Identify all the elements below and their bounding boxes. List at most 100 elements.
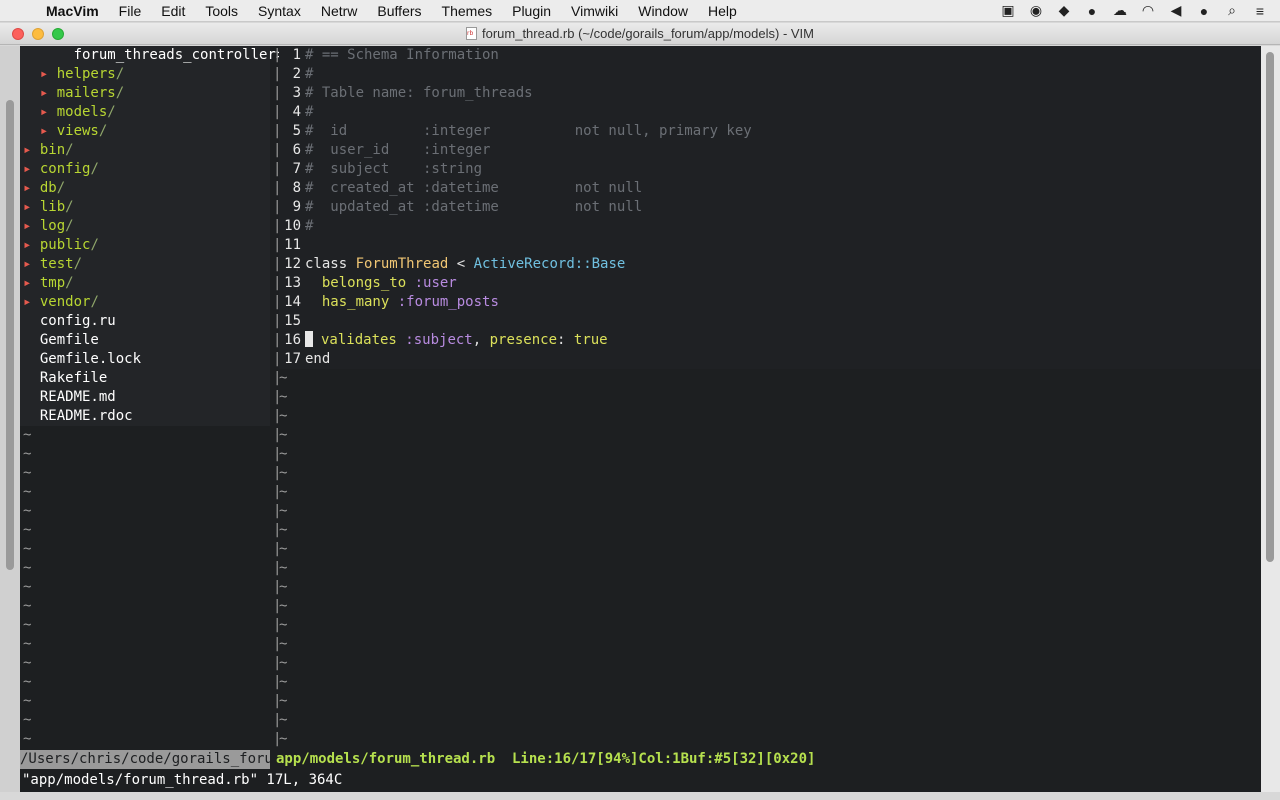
menu-window[interactable]: Window	[628, 0, 698, 22]
nerdtree-file[interactable]: README.rdoc	[20, 407, 270, 426]
code-line-2[interactable]: 2 #	[279, 65, 1261, 84]
menu-file[interactable]: File	[109, 0, 152, 22]
expand-arrow-icon[interactable]: ▸	[40, 85, 57, 101]
code-text[interactable]: # subject :string	[305, 160, 482, 179]
nerdtree-dir-name[interactable]: config	[40, 161, 91, 177]
nerdtree-dir-vendor[interactable]: ▸ vendor/	[20, 293, 270, 312]
nerdtree-dir-lib[interactable]: ▸ lib/	[20, 198, 270, 217]
nerdtree-dir-helpers[interactable]: ▸ helpers/	[20, 65, 270, 84]
vertical-split-divider[interactable]: | | | | | | | | | | | | | | | | | | | | | | | | | | | | | | | | | | | | |	[270, 46, 281, 750]
cloud-icon[interactable]: ☁	[1106, 2, 1134, 19]
nerdtree-dir-name[interactable]: test	[40, 256, 74, 272]
expand-arrow-icon[interactable]: ▸	[40, 104, 57, 120]
nerdtree-file-name[interactable]: README.rdoc	[40, 408, 133, 424]
nerdtree-dir-name[interactable]: public	[40, 237, 91, 253]
expand-arrow-icon[interactable]: ▸	[23, 142, 40, 158]
dropbox-icon[interactable]: ◆	[1050, 2, 1078, 19]
code-line-7[interactable]: 7 # subject :string	[279, 160, 1261, 179]
nerdtree-dir-name[interactable]: log	[40, 218, 65, 234]
code-line-5[interactable]: 5 # id :integer not null, primary key	[279, 122, 1261, 141]
nerdtree-file[interactable]: Gemfile.lock	[20, 350, 270, 369]
expand-arrow-icon[interactable]: ▸	[23, 199, 40, 215]
nerdtree-file-name[interactable]: config.ru	[40, 313, 116, 329]
menu-plugin[interactable]: Plugin	[502, 0, 561, 22]
nerdtree-file[interactable]: Rakefile	[20, 369, 270, 388]
nerdtree-file-name[interactable]: README.md	[40, 389, 116, 405]
code-line-12[interactable]: 12 class ForumThread < ActiveRecord::Base	[279, 255, 1261, 274]
expand-arrow-icon[interactable]: ▸	[23, 294, 40, 310]
nerdtree-dir-name[interactable]: lib	[40, 199, 65, 215]
nerdtree-dir-name[interactable]: mailers	[57, 85, 116, 101]
code-text[interactable]: has_many :forum_posts	[305, 293, 499, 312]
code-text[interactable]: class ForumThread < ActiveRecord::Base	[305, 255, 625, 274]
nerdtree-dir-views[interactable]: ▸ views/	[20, 122, 270, 141]
menu-edit[interactable]: Edit	[151, 0, 195, 22]
expand-arrow-icon[interactable]: ▸	[23, 275, 40, 291]
code-text[interactable]: end	[305, 350, 330, 369]
nerdtree-dir-name[interactable]: db	[40, 180, 57, 196]
menu-vimwiki[interactable]: Vimwiki	[561, 0, 628, 22]
right-scrollbar[interactable]	[1266, 52, 1274, 562]
menu-tools[interactable]: Tools	[195, 0, 248, 22]
code-line-3[interactable]: 3 # Table name: forum_threads	[279, 84, 1261, 103]
code-text[interactable]: # Table name: forum_threads	[305, 84, 533, 103]
vim-editor[interactable]: forum_threads_controller> ▸ helpers/ ▸ m…	[20, 46, 1261, 792]
menu-help[interactable]: Help	[698, 0, 747, 22]
code-line-4[interactable]: 4 #	[279, 103, 1261, 122]
nerdtree-dir-db[interactable]: ▸ db/	[20, 179, 270, 198]
nerdtree-dir-name[interactable]: bin	[40, 142, 65, 158]
code-text[interactable]: #	[305, 103, 313, 122]
facetime-camera-icon[interactable]: ▣	[994, 2, 1022, 19]
code-editor-pane[interactable]: 1 # == Schema Information 2 #3 # Table name:…	[279, 46, 1261, 750]
nerdtree-dir-mailers[interactable]: ▸ mailers/	[20, 84, 270, 103]
nerdtree-dir-tmp[interactable]: ▸ tmp/	[20, 274, 270, 293]
nerdtree-dir-bin[interactable]: ▸ bin/	[20, 141, 270, 160]
expand-arrow-icon[interactable]: ▸	[23, 180, 40, 196]
nerdtree-dir-name[interactable]: helpers	[57, 66, 116, 82]
code-text[interactable]: # id :integer not null, primary key	[305, 122, 752, 141]
code-text[interactable]: # user_id :integer	[305, 141, 490, 160]
expand-arrow-icon[interactable]: ▸	[40, 123, 57, 139]
app-menu[interactable]: MacVim	[36, 0, 109, 22]
volume-icon[interactable]: ◀	[1162, 2, 1190, 19]
nerdtree-dir-name[interactable]: models	[57, 104, 108, 120]
nerdtree-file-name[interactable]: Gemfile.lock	[40, 351, 141, 367]
code-line-1[interactable]: 1 # == Schema Information	[279, 46, 1261, 65]
nerdtree-file-name[interactable]: Gemfile	[40, 332, 99, 348]
user-icon[interactable]: ●	[1190, 3, 1218, 19]
nerdtree-pane[interactable]: forum_threads_controller> ▸ helpers/ ▸ m…	[20, 46, 284, 750]
code-line-16[interactable]: 16 validates :subject, presence: true	[279, 331, 1261, 350]
menu-netrw[interactable]: Netrw	[311, 0, 368, 22]
code-line-8[interactable]: 8 # created_at :datetime not null	[279, 179, 1261, 198]
wifi-icon[interactable]: ◠	[1134, 2, 1162, 19]
expand-arrow-icon[interactable]: ▸	[23, 218, 40, 234]
nerdtree-dir-name[interactable]: vendor	[40, 294, 91, 310]
code-line-9[interactable]: 9 # updated_at :datetime not null	[279, 198, 1261, 217]
menu-buffers[interactable]: Buffers	[367, 0, 431, 22]
nerdtree-file[interactable]: Gemfile	[20, 331, 270, 350]
nerdtree-file-name[interactable]: Rakefile	[40, 370, 107, 386]
nerdtree-current-node[interactable]: forum_threads_controller>	[74, 47, 285, 63]
window-titlebar[interactable]: forum_thread.rb (~/code/gorails_forum/ap…	[0, 23, 1280, 45]
code-text[interactable]: # updated_at :datetime not null	[305, 198, 642, 217]
bell-icon[interactable]: ◉	[1022, 2, 1050, 19]
code-line-17[interactable]: 17 end	[279, 350, 1261, 369]
nerdtree-file[interactable]: README.md	[20, 388, 270, 407]
nerdtree-dir-test[interactable]: ▸ test/	[20, 255, 270, 274]
menu-syntax[interactable]: Syntax	[248, 0, 311, 22]
spotlight-search-icon[interactable]: ⌕	[1218, 2, 1246, 19]
expand-arrow-icon[interactable]: ▸	[40, 66, 57, 82]
code-text[interactable]: belongs_to :user	[305, 274, 457, 293]
left-scrollbar[interactable]	[6, 100, 14, 570]
code-text[interactable]: # created_at :datetime not null	[305, 179, 642, 198]
expand-arrow-icon[interactable]: ▸	[23, 237, 40, 253]
code-text[interactable]: # == Schema Information	[305, 46, 499, 65]
nerdtree-dir-name[interactable]: tmp	[40, 275, 65, 291]
expand-arrow-icon[interactable]: ▸	[23, 161, 40, 177]
code-line-11[interactable]: 11	[279, 236, 1261, 255]
code-line-13[interactable]: 13 belongs_to :user	[279, 274, 1261, 293]
nerdtree-dir-log[interactable]: ▸ log/	[20, 217, 270, 236]
code-text[interactable]: validates :subject, presence: true	[305, 331, 608, 350]
nerdtree-dir-name[interactable]: views	[57, 123, 99, 139]
expand-arrow-icon[interactable]: ▸	[23, 256, 40, 272]
